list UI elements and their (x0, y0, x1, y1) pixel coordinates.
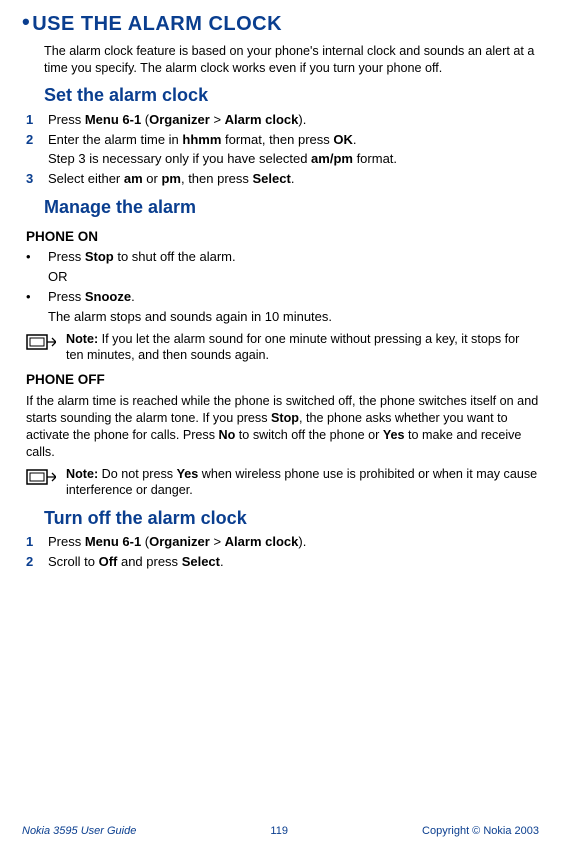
phone-on-bullet-2: • Press Snooze. (26, 289, 539, 306)
note-2: Note: Do not press Yes when wireless pho… (26, 466, 539, 499)
note-icon (26, 466, 60, 499)
heading-phone-on: PHONE ON (26, 228, 539, 246)
bullet-dot: • (26, 249, 48, 266)
footer-right: Copyright © Nokia 2003 (422, 824, 539, 838)
footer-page-number: 119 (270, 824, 288, 838)
bullet-body: Press Snooze. (48, 289, 135, 306)
intro-paragraph: The alarm clock feature is based on your… (44, 43, 539, 76)
off-step-1: 1 Press Menu 6-1 (Organizer > Alarm cloc… (26, 534, 539, 551)
note-text: Note: If you let the alarm sound for one… (66, 331, 539, 364)
set-step-3: 3 Select either am or pm, then press Sel… (26, 171, 539, 188)
step-number: 2 (26, 132, 48, 149)
heading-set-alarm: Set the alarm clock (44, 84, 539, 107)
step-body: Enter the alarm time in hhmm format, the… (48, 132, 539, 149)
step-number: 2 (26, 554, 48, 571)
set-substep: Step 3 is necessary only if you have sel… (48, 151, 539, 168)
step-number: 1 (26, 112, 48, 129)
phone-on-sub: The alarm stops and sounds again in 10 m… (48, 309, 539, 326)
note-icon (26, 331, 60, 364)
set-step-2: 2 Enter the alarm time in hhmm format, t… (26, 132, 539, 149)
bullet-dot: • (26, 289, 48, 306)
step-body: Select either am or pm, then press Selec… (48, 171, 539, 188)
page-footer: Nokia 3595 User Guide 119 Copyright © No… (22, 824, 539, 838)
note-1: Note: If you let the alarm sound for one… (26, 331, 539, 364)
bullet-body: Press Stop to shut off the alarm. (48, 249, 236, 266)
heading-turn-off: Turn off the alarm clock (44, 507, 539, 530)
note-text: Note: Do not press Yes when wireless pho… (66, 466, 539, 499)
step-body: Press Menu 6-1 (Organizer > Alarm clock)… (48, 534, 539, 551)
step-number: 1 (26, 534, 48, 551)
off-step-2: 2 Scroll to Off and press Select. (26, 554, 539, 571)
step-body: Press Menu 6-1 (Organizer > Alarm clock)… (48, 112, 539, 129)
or-text: OR (48, 269, 539, 286)
h1-text: USE THE ALARM CLOCK (32, 13, 282, 35)
step-number: 3 (26, 171, 48, 188)
phone-on-bullet-1: • Press Stop to shut off the alarm. (26, 249, 539, 266)
set-step-1: 1 Press Menu 6-1 (Organizer > Alarm cloc… (26, 112, 539, 129)
heading-phone-off: PHONE OFF (26, 371, 539, 389)
heading-use-alarm: •USE THE ALARM CLOCK (22, 8, 539, 37)
step-body: Scroll to Off and press Select. (48, 554, 539, 571)
heading-manage-alarm: Manage the alarm (44, 196, 539, 219)
footer-left: Nokia 3595 User Guide (22, 824, 136, 838)
phone-off-paragraph: If the alarm time is reached while the p… (26, 393, 539, 461)
